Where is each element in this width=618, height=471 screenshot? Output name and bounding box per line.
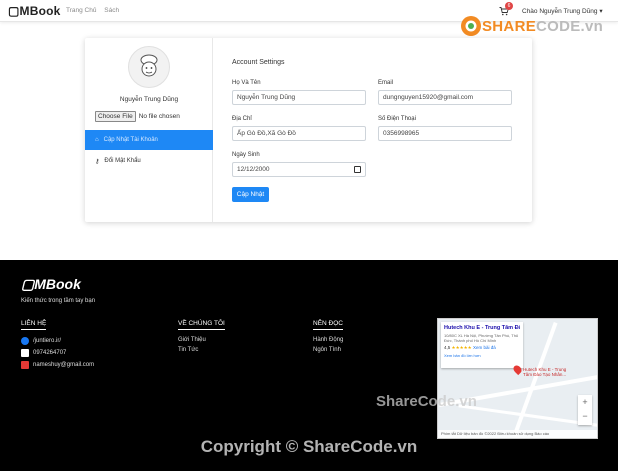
watermark-logo: SHARECODE.vn bbox=[460, 13, 603, 39]
birthday-date-input[interactable]: 12/12/2000 bbox=[232, 162, 366, 177]
footer-link-action[interactable]: Hành Động bbox=[313, 337, 343, 343]
brand-logo[interactable]: ▢MBook bbox=[8, 4, 61, 18]
profile-sidebar: Nguyễn Trung Dũng Choose File No file ch… bbox=[85, 38, 213, 222]
footer-link-news[interactable]: Tin Tức bbox=[178, 347, 198, 353]
file-status: No file chosen bbox=[138, 113, 180, 120]
map-place-address: 10/80C XL Hà Nội, Phường Tân Phú, Thủ Đứ… bbox=[444, 333, 519, 343]
watermark-text: ShareCode.vn bbox=[376, 393, 477, 410]
avatar bbox=[128, 46, 170, 88]
footer-link-romance[interactable]: Ngôn Tình bbox=[313, 347, 341, 353]
home-icon: ⌂ bbox=[95, 137, 99, 143]
nav-link-home[interactable]: Trang Chủ bbox=[66, 7, 96, 14]
mail-icon bbox=[21, 361, 29, 369]
menu-label: Cập Nhật Tài Khoản bbox=[103, 137, 158, 143]
contact-heading: LIÊN HỆ bbox=[21, 320, 47, 330]
genre-heading: NÊN ĐỌC bbox=[313, 320, 343, 330]
map-zoom-controls: + − bbox=[578, 395, 592, 425]
email-label: Email bbox=[378, 80, 394, 86]
footer-tagline: Kiến thức trong tầm tay bạn bbox=[21, 298, 96, 304]
menu-label: Đổi Mật Khẩu bbox=[104, 158, 141, 164]
menu-update-account[interactable]: ⌂ Cập Nhật Tài Khoản bbox=[85, 130, 213, 150]
footer-link-about[interactable]: Giới Thiệu bbox=[178, 337, 206, 343]
email-input[interactable]: dungnguyen15920@gmail.com bbox=[378, 90, 512, 105]
chef-avatar-icon bbox=[140, 54, 158, 77]
nav-links: Trang Chủ Sách bbox=[66, 7, 125, 14]
account-card: Nguyễn Trung Dũng Choose File No file ch… bbox=[85, 38, 532, 222]
contact-email[interactable]: nameshuy@gmail.com bbox=[21, 361, 94, 369]
map-rating: 4,5 ★★★★★ Xem bài đá bbox=[444, 345, 496, 350]
menu-change-password[interactable]: ⚷ Đổi Mật Khẩu bbox=[85, 152, 213, 170]
fullname-input[interactable]: Nguyễn Trung Dũng bbox=[232, 90, 366, 105]
nav-link-books[interactable]: Sách bbox=[104, 7, 119, 14]
account-settings-form: Account Settings Họ Và Tên Nguyễn Trung … bbox=[213, 38, 532, 222]
map-place-name[interactable]: Hutech Khu E - Trung Tâm Đà... bbox=[444, 325, 520, 331]
form-title: Account Settings bbox=[232, 59, 285, 66]
facebook-icon bbox=[21, 337, 29, 345]
about-heading: VỀ CHÚNG TÔI bbox=[178, 320, 225, 330]
phone-icon bbox=[21, 349, 29, 357]
map-place-card: Hutech Khu E - Trung Tâm Đà... 10/80C XL… bbox=[441, 322, 523, 368]
sharecode-logo-icon bbox=[461, 16, 481, 36]
calendar-icon[interactable] bbox=[354, 166, 361, 173]
profile-name: Nguyễn Trung Dũng bbox=[119, 96, 179, 103]
embedded-map[interactable]: Hutech Khu E - Trung Tâm Đà... 10/80C XL… bbox=[437, 318, 598, 439]
zoom-in-button[interactable]: + bbox=[578, 395, 592, 409]
phone-input[interactable]: 0356998965 bbox=[378, 126, 512, 141]
copyright-watermark: Copyright © ShareCode.vn bbox=[200, 437, 418, 456]
choose-file-button[interactable]: Choose File bbox=[95, 111, 136, 122]
cart-count-badge: 6 bbox=[505, 2, 513, 10]
map-larger-link[interactable]: Xem bản đồ lớn hơn bbox=[444, 353, 520, 358]
phone-label: Số Điện Thoại bbox=[378, 116, 416, 122]
contact-phone[interactable]: 0974264707 bbox=[21, 349, 66, 357]
birthday-label: Ngày Sinh bbox=[232, 152, 260, 158]
contact-facebook[interactable]: /juntiero.ir/ bbox=[21, 337, 61, 345]
footer-brand: ▢MBook bbox=[21, 276, 81, 292]
fullname-label: Họ Và Tên bbox=[232, 80, 261, 86]
update-account-button[interactable]: Cập Nhật bbox=[232, 187, 269, 202]
address-input[interactable]: Ấp Gò Đồ,Xã Gò Đồ bbox=[232, 126, 366, 141]
key-icon: ⚷ bbox=[95, 158, 100, 165]
address-label: Địa Chỉ bbox=[232, 116, 252, 122]
zoom-out-button[interactable]: − bbox=[578, 409, 592, 423]
avatar-file-input: Choose File No file chosen bbox=[95, 111, 180, 122]
map-pin-label: Hutech Khu E - Trung Tâm Đào Tạo Nhân... bbox=[523, 367, 567, 377]
